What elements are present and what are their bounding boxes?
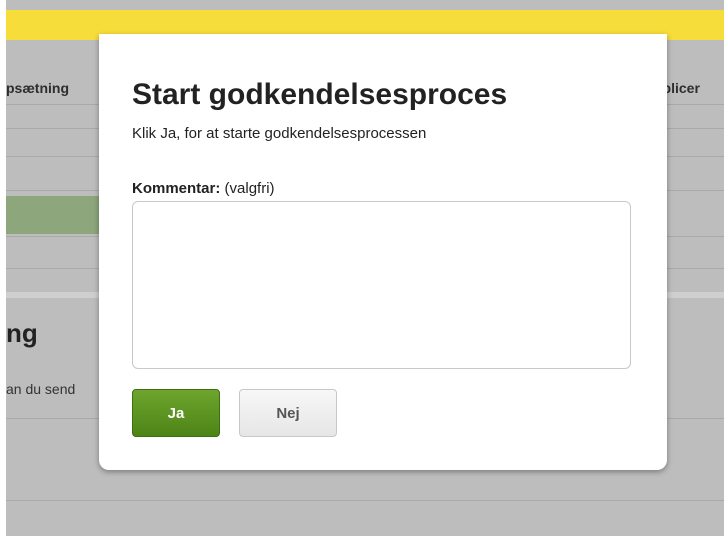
section-text: an du send bbox=[6, 381, 76, 397]
comment-optional-hint: (valgfri) bbox=[224, 180, 275, 197]
selected-row-highlight bbox=[6, 196, 102, 234]
comment-label: Kommentar: (valgfri) bbox=[132, 180, 275, 197]
row-divider bbox=[6, 500, 724, 501]
no-button[interactable]: Nej bbox=[239, 389, 337, 437]
section-title: ng bbox=[6, 318, 38, 348]
column-header-left: psætning bbox=[6, 80, 69, 96]
comment-label-text: Kommentar: bbox=[132, 180, 221, 197]
yes-button[interactable]: Ja bbox=[132, 389, 220, 437]
dialog-title: Start godkendelsesproces bbox=[132, 78, 508, 111]
comment-input[interactable] bbox=[132, 201, 631, 369]
approval-dialog: Start godkendelsesproces Klik Ja, for at… bbox=[99, 34, 667, 470]
dialog-description: Klik Ja, for at starte godkendelsesproce… bbox=[132, 125, 427, 142]
